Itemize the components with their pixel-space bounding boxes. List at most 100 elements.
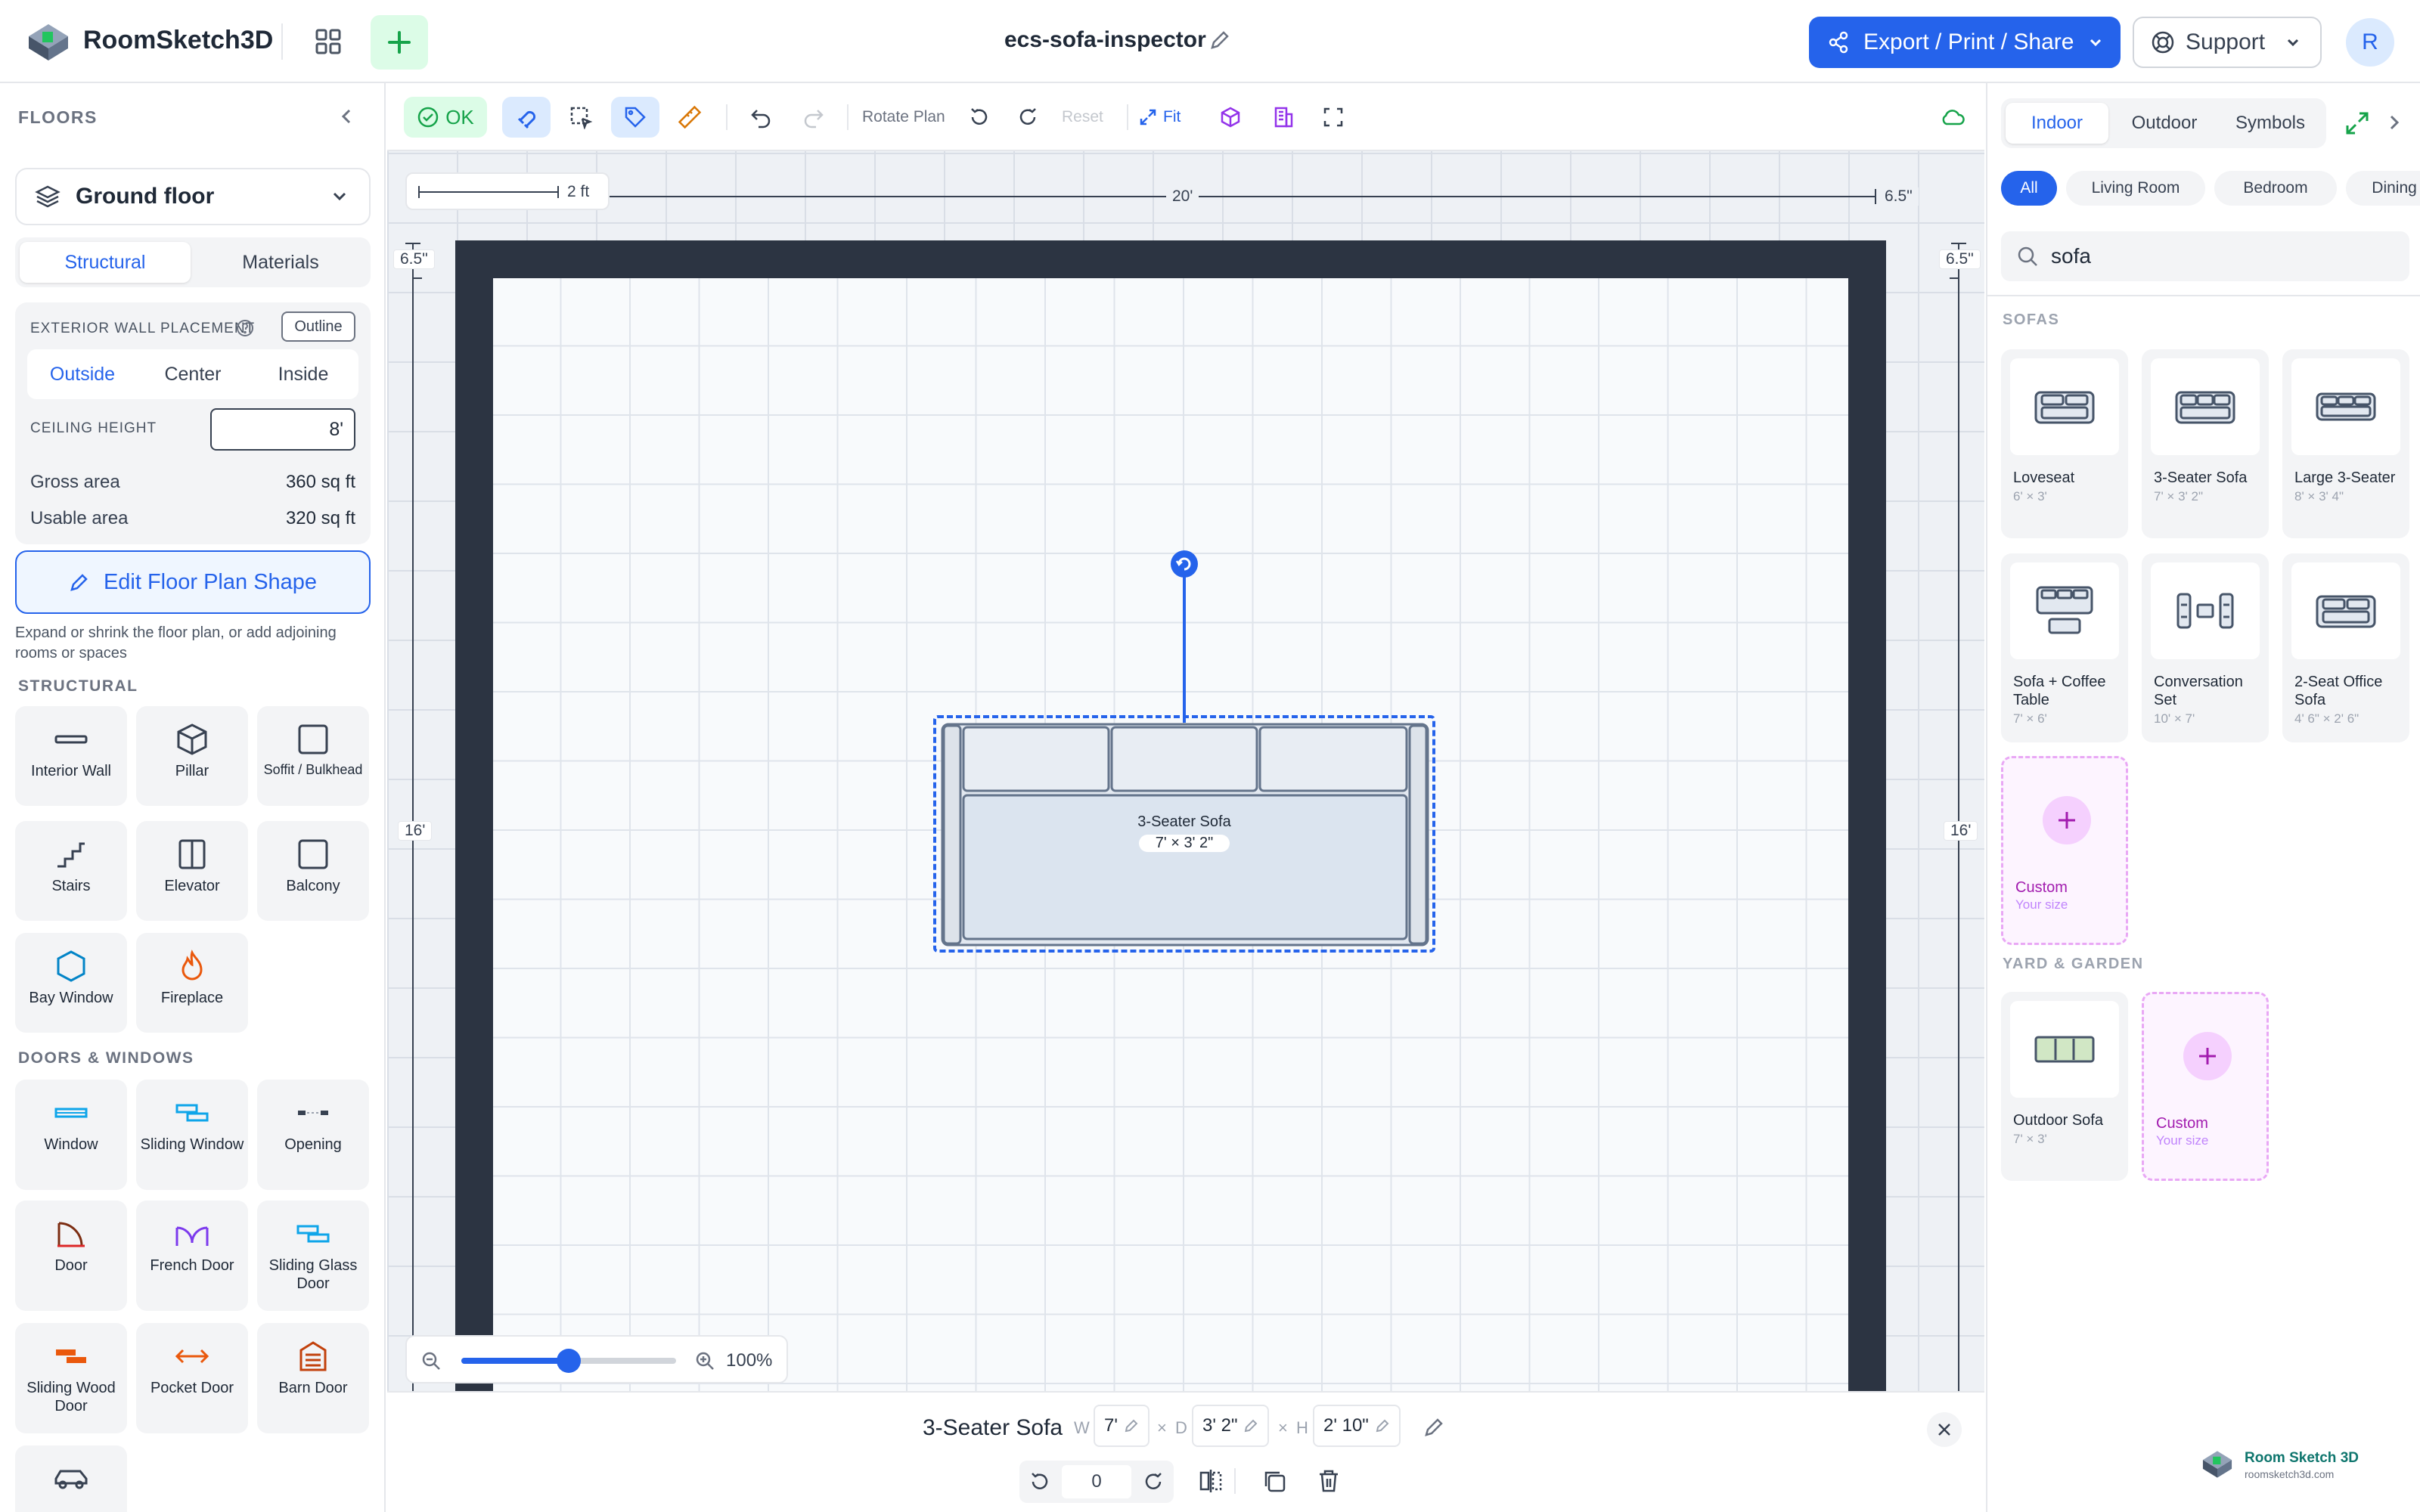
catalog-item-sofa-coffee-table[interactable]: Sofa + Coffee Table 7' × 6' bbox=[2001, 553, 2128, 742]
expand-panel-icon[interactable] bbox=[2344, 110, 2370, 136]
floor-selector[interactable]: Ground floor bbox=[15, 168, 371, 225]
close-inspector-button[interactable] bbox=[1927, 1412, 1962, 1447]
outline-toggle[interactable]: Outline bbox=[281, 311, 355, 342]
fit-button[interactable]: Fit bbox=[1139, 97, 1181, 138]
tab-materials[interactable]: Materials bbox=[195, 242, 366, 283]
zoom-slider-track[interactable] bbox=[461, 1349, 676, 1373]
duplicate-icon[interactable] bbox=[1261, 1468, 1287, 1494]
tile-sliding-window[interactable]: Sliding Window bbox=[136, 1080, 248, 1190]
placement-inside[interactable]: Inside bbox=[248, 349, 358, 399]
tile-french-door[interactable]: French Door bbox=[136, 1201, 248, 1311]
rotation-handle[interactable] bbox=[1160, 541, 1208, 724]
tile-balcony[interactable]: Balcony bbox=[257, 821, 369, 921]
top-bar: RoomSketch3D ecs-sofa-inspector Export /… bbox=[0, 0, 2420, 83]
filter-chip-bedroom[interactable]: Bedroom bbox=[2214, 171, 2337, 206]
reset-rotation-button[interactable]: Reset bbox=[1062, 97, 1103, 138]
width-field[interactable]: 7' bbox=[1094, 1405, 1150, 1447]
building-view-button[interactable] bbox=[1264, 97, 1302, 138]
placement-center[interactable]: Center bbox=[138, 349, 248, 399]
export-print-share-button[interactable]: Export / Print / Share bbox=[1809, 17, 2121, 68]
depth-field[interactable]: 3' 2" bbox=[1192, 1405, 1270, 1447]
trash-icon[interactable] bbox=[1316, 1468, 1342, 1494]
left-sidebar: FLOORS Ground floor Structural Materials… bbox=[0, 83, 386, 1512]
status-ok-badge[interactable]: OK bbox=[404, 97, 487, 138]
ceiling-height-input[interactable]: 8' bbox=[210, 408, 355, 451]
loveseat-icon bbox=[2010, 358, 2119, 455]
rotation-input[interactable]: 0 bbox=[1062, 1465, 1131, 1498]
filter-chip-living-room[interactable]: Living Room bbox=[2066, 171, 2205, 206]
tile-label: Interior Wall bbox=[31, 763, 111, 779]
collapse-panel-chevron-icon[interactable] bbox=[2384, 112, 2405, 133]
fullscreen-icon bbox=[1323, 107, 1343, 127]
placement-outside[interactable]: Outside bbox=[27, 349, 138, 399]
tile-fireplace[interactable]: Fireplace bbox=[136, 933, 248, 1033]
tab-outdoor[interactable]: Outdoor bbox=[2113, 103, 2216, 144]
catalog-item-large-3-seater[interactable]: Large 3-Seater 8' × 3' 4" bbox=[2282, 349, 2409, 538]
gross-area-row: Gross area 360 sq ft bbox=[30, 472, 355, 493]
rotate-left-icon[interactable] bbox=[1028, 1470, 1051, 1493]
support-button[interactable]: Support bbox=[2133, 17, 2322, 68]
tile-window[interactable]: Window bbox=[15, 1080, 127, 1190]
zoom-out-icon[interactable] bbox=[420, 1350, 442, 1371]
add-new-button[interactable] bbox=[371, 15, 428, 70]
filter-chip-all[interactable]: All bbox=[2001, 171, 2057, 206]
cloud-sync-icon[interactable] bbox=[1936, 97, 1969, 138]
document-title[interactable]: ecs-sofa-inspector bbox=[1004, 27, 1206, 53]
catalog-item-custom-outdoor[interactable]: Custom Your size bbox=[2142, 992, 2269, 1181]
rotate-right-icon[interactable] bbox=[1142, 1470, 1165, 1493]
zoom-in-icon[interactable] bbox=[694, 1350, 715, 1371]
tile-label: French Door bbox=[150, 1257, 234, 1274]
selected-sofa[interactable]: 3-Seater Sofa 7' × 3' 2" bbox=[933, 715, 1435, 953]
rotate-left-button[interactable] bbox=[960, 97, 998, 138]
tab-indoor[interactable]: Indoor bbox=[2006, 103, 2108, 144]
undo-button[interactable] bbox=[740, 97, 782, 138]
barn-door-icon bbox=[257, 1334, 369, 1379]
filter-chip-dining-room[interactable]: Dining Room bbox=[2346, 171, 2420, 206]
tile-pillar[interactable]: Pillar bbox=[136, 706, 248, 806]
dashboard-grid-icon[interactable] bbox=[306, 23, 351, 60]
catalog-item-custom-sofa[interactable]: Custom Your size bbox=[2001, 756, 2128, 945]
flip-icon[interactable] bbox=[1198, 1468, 1224, 1494]
catalog-item-2-seat-office-sofa[interactable]: 2-Seat Office Sofa 4' 6" × 2' 6" bbox=[2282, 553, 2409, 742]
tab-symbols[interactable]: Symbols bbox=[2219, 103, 2322, 144]
tab-structural[interactable]: Structural bbox=[20, 242, 191, 283]
select-area-button[interactable] bbox=[557, 97, 605, 138]
collapse-sidebar-chevron-icon[interactable] bbox=[336, 106, 357, 127]
edit-floor-plan-shape-button[interactable]: Edit Floor Plan Shape bbox=[15, 550, 371, 614]
tile-elevator[interactable]: Elevator bbox=[136, 821, 248, 921]
catalog-item-loveseat[interactable]: Loveseat 6' × 3' bbox=[2001, 349, 2128, 538]
tile-soffit-bulkhead[interactable]: Soffit / Bulkhead bbox=[257, 706, 369, 806]
tile-interior-wall[interactable]: Interior Wall bbox=[15, 706, 127, 806]
tile-sliding-glass-door[interactable]: Sliding Glass Door bbox=[257, 1201, 369, 1311]
labels-button[interactable] bbox=[611, 97, 659, 138]
rotate-right-button[interactable] bbox=[1009, 97, 1047, 138]
width-label: W bbox=[1074, 1418, 1090, 1437]
fullscreen-button[interactable] bbox=[1314, 97, 1352, 138]
zoom-slider-thumb[interactable] bbox=[557, 1349, 581, 1373]
tile-opening[interactable]: Opening bbox=[257, 1080, 369, 1190]
rename-pencil-icon[interactable] bbox=[1208, 29, 1231, 51]
tile-garage-door[interactable] bbox=[15, 1445, 127, 1512]
tile-sliding-wood-door[interactable]: Sliding Wood Door bbox=[15, 1323, 127, 1433]
tile-barn-door[interactable]: Barn Door bbox=[257, 1323, 369, 1433]
redo-button[interactable] bbox=[793, 97, 835, 138]
catalog-item-conversation-set[interactable]: Conversation Set 10' × 7' bbox=[2142, 553, 2269, 742]
catalog-search-input[interactable]: sofa bbox=[2001, 231, 2409, 281]
user-avatar[interactable]: R bbox=[2346, 18, 2394, 67]
edit-object-pencil-icon[interactable] bbox=[1423, 1415, 1446, 1438]
tile-pocket-door[interactable]: Pocket Door bbox=[136, 1323, 248, 1433]
height-field[interactable]: 2' 10" bbox=[1313, 1405, 1401, 1447]
magnet-snap-button[interactable] bbox=[502, 97, 551, 138]
floor-plan-canvas[interactable]: 20' 6.5" 6.5" 6.5" 16' 16' 2 ft 3-Seater… bbox=[387, 83, 1984, 1391]
tile-stairs[interactable]: Stairs bbox=[15, 821, 127, 921]
help-icon[interactable] bbox=[236, 319, 254, 337]
catalog-item-outdoor-sofa[interactable]: Outdoor Sofa 7' × 3' bbox=[2001, 992, 2128, 1181]
check-circle-icon bbox=[417, 106, 439, 129]
catalog-item-3-seater-sofa[interactable]: 3-Seater Sofa 7' × 3' 2" bbox=[2142, 349, 2269, 538]
tile-door[interactable]: Door bbox=[15, 1201, 127, 1311]
3d-view-button[interactable] bbox=[1212, 97, 1249, 138]
measure-button[interactable] bbox=[666, 97, 714, 138]
tile-bay-window[interactable]: Bay Window bbox=[15, 933, 127, 1033]
doors-windows-section-title: DOORS & WINDOWS bbox=[18, 1049, 194, 1067]
3-seater-sofa-icon bbox=[2151, 358, 2260, 455]
